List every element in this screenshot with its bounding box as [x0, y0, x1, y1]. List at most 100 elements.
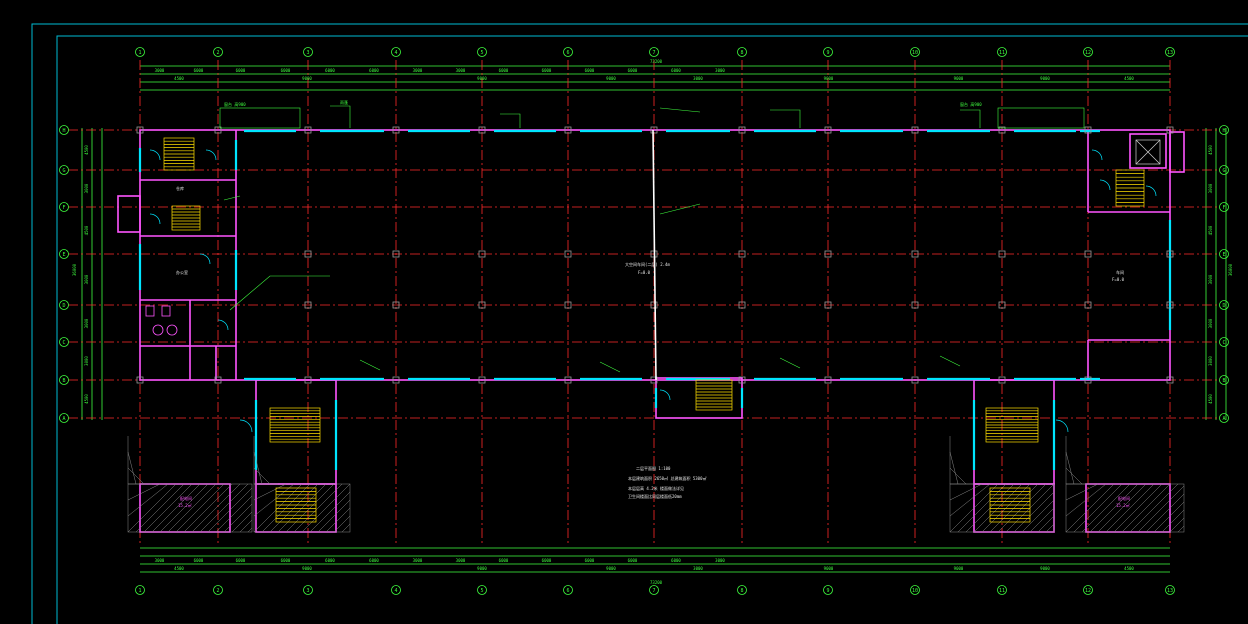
side-dim-value: 3000: [84, 318, 89, 328]
side-dim-value: 3000: [84, 183, 89, 193]
stair-run: [695, 379, 733, 411]
dimension-value: 9000: [824, 76, 834, 81]
axis-bubble-label: 9: [826, 50, 829, 56]
stair-run: [989, 487, 1031, 523]
axis-bubble-label: E: [1222, 252, 1225, 258]
axis-bubble-label: 11: [999, 50, 1005, 56]
axis-bubbles-bottom: 1 2 3 4 5 6 7 8 9 10 11 12 13: [135, 585, 1175, 595]
axis-bubble: 10: [910, 585, 920, 595]
side-dim-value: 3000: [84, 356, 89, 366]
axis-bubble-label: A: [1222, 416, 1225, 422]
axis-bubble: 11: [997, 585, 1007, 595]
dimension-value: 3000: [715, 68, 725, 73]
axis-bubble: 8: [737, 47, 747, 57]
axis-bubble-label: D: [62, 303, 65, 309]
dimension-value: 3000: [155, 68, 165, 73]
axis-bubble-label: 3: [306, 588, 309, 594]
storage-label: 仓库: [176, 185, 184, 191]
note-line-1: 本层建筑面积 2650㎡ 总建筑面积 5300㎡: [628, 475, 707, 481]
side-dim-value: 4500: [84, 225, 89, 235]
axis-bubble: 9: [823, 585, 833, 595]
side-dim-value: 3000: [84, 274, 89, 284]
axis-bubble-label: 13: [1167, 588, 1173, 594]
exterior-walls: [117, 129, 1185, 533]
hall-label: 大空间车间(二层) 2.4m: [625, 261, 670, 267]
axis-bubble-label: B: [1222, 378, 1225, 384]
leader-lines: [219, 105, 1085, 373]
stair-run: [275, 487, 317, 523]
top-total-dim: 73200: [650, 59, 663, 64]
dimension-value: 9000: [824, 566, 834, 571]
axis-bubble-label: E: [62, 252, 65, 258]
axis-bubble: F: [59, 202, 69, 212]
axis-bubble: C: [59, 337, 69, 347]
axis-bubble: D: [59, 300, 69, 310]
side-dim-value: 3000: [1208, 183, 1213, 193]
axis-bubble-label: 8: [740, 50, 743, 56]
stair-run: [1115, 169, 1145, 207]
axis-bubble: 1: [135, 585, 145, 595]
pink-room-right-sub: 15.2㎡: [1116, 502, 1130, 508]
axis-bubble-label: 13: [1167, 50, 1173, 56]
axis-bubble-label: 12: [1085, 588, 1091, 594]
dimension-value: 6000: [628, 558, 638, 563]
axis-bubble: 8: [737, 585, 747, 595]
axis-bubble-label: A: [62, 416, 65, 422]
side-dim-value: 4500: [1208, 394, 1213, 404]
pink-room-right: 配电间: [1118, 495, 1130, 501]
axis-bubble: 5: [477, 47, 487, 57]
dimension-value: 9000: [954, 566, 964, 571]
axis-bubble: 4: [391, 47, 401, 57]
axis-bubble-label: 2: [216, 50, 219, 56]
drawing-frame: [31, 23, 1248, 624]
axis-bubble: F: [1219, 202, 1229, 212]
bottom-total-dim: 73200: [650, 580, 663, 585]
axis-bubble-label: 4: [394, 588, 397, 594]
dimension-value: 6000: [671, 68, 681, 73]
dimension-value: 6000: [236, 68, 246, 73]
dimension-value: 9000: [302, 566, 312, 571]
axis-bubble-label: 1: [138, 50, 141, 56]
axis-bubble: 1: [135, 47, 145, 57]
axis-bubble-label: 7: [652, 50, 655, 56]
axis-bubble: G: [1219, 165, 1229, 175]
axis-bubble-label: 6: [566, 50, 569, 56]
dimension-value: 6000: [369, 558, 379, 563]
axis-bubble: 6: [563, 47, 573, 57]
dimension-value: 9000: [606, 76, 616, 81]
axis-bubble-label: 11: [999, 588, 1005, 594]
note-line-3: 卫生间楼面比同层楼面低20mm: [628, 493, 682, 499]
axis-bubble-label: 3: [306, 50, 309, 56]
stair-run: [985, 407, 1039, 443]
stair-run: [269, 407, 321, 443]
axis-bubble: B: [1219, 375, 1229, 385]
dimension-value: 3000: [693, 76, 703, 81]
tag-left-2: 雨蓬: [340, 99, 348, 105]
side-dim-value: 4500: [1208, 145, 1213, 155]
pink-room-left: 配电间: [180, 495, 192, 501]
axis-bubble-label: F: [1222, 205, 1225, 211]
tag-right-1: 窗台 高900: [960, 101, 982, 107]
axis-bubble-label: 4: [394, 50, 397, 56]
axis-bubble: A: [1219, 413, 1229, 423]
side-dim-value: 4500: [84, 145, 89, 155]
axis-bubble-label: 5: [480, 50, 483, 56]
axis-bubble-label: G: [62, 168, 65, 174]
dimension-value: 6000: [499, 558, 509, 563]
dimension-value: 3000: [456, 68, 466, 73]
dimension-value: 9000: [477, 566, 487, 571]
axis-bubble: 3: [303, 47, 313, 57]
axis-bubble-label: 5: [480, 588, 483, 594]
side-dim-value: 3000: [1208, 274, 1213, 284]
axis-bubble: 5: [477, 585, 487, 595]
office-label: 办公室: [176, 269, 188, 275]
axis-bubble: 2: [213, 47, 223, 57]
hall-sublabel: F=0.0: [638, 270, 651, 275]
right-total-dim: 36000: [1228, 263, 1233, 276]
axis-bubble-label: 2: [216, 588, 219, 594]
axis-bubble-label: 7: [652, 588, 655, 594]
axis-bubble: 3: [303, 585, 313, 595]
axis-bubble: 7: [649, 585, 659, 595]
dimension-value: 4500: [174, 76, 184, 81]
right-room-label: 车间: [1116, 269, 1124, 275]
